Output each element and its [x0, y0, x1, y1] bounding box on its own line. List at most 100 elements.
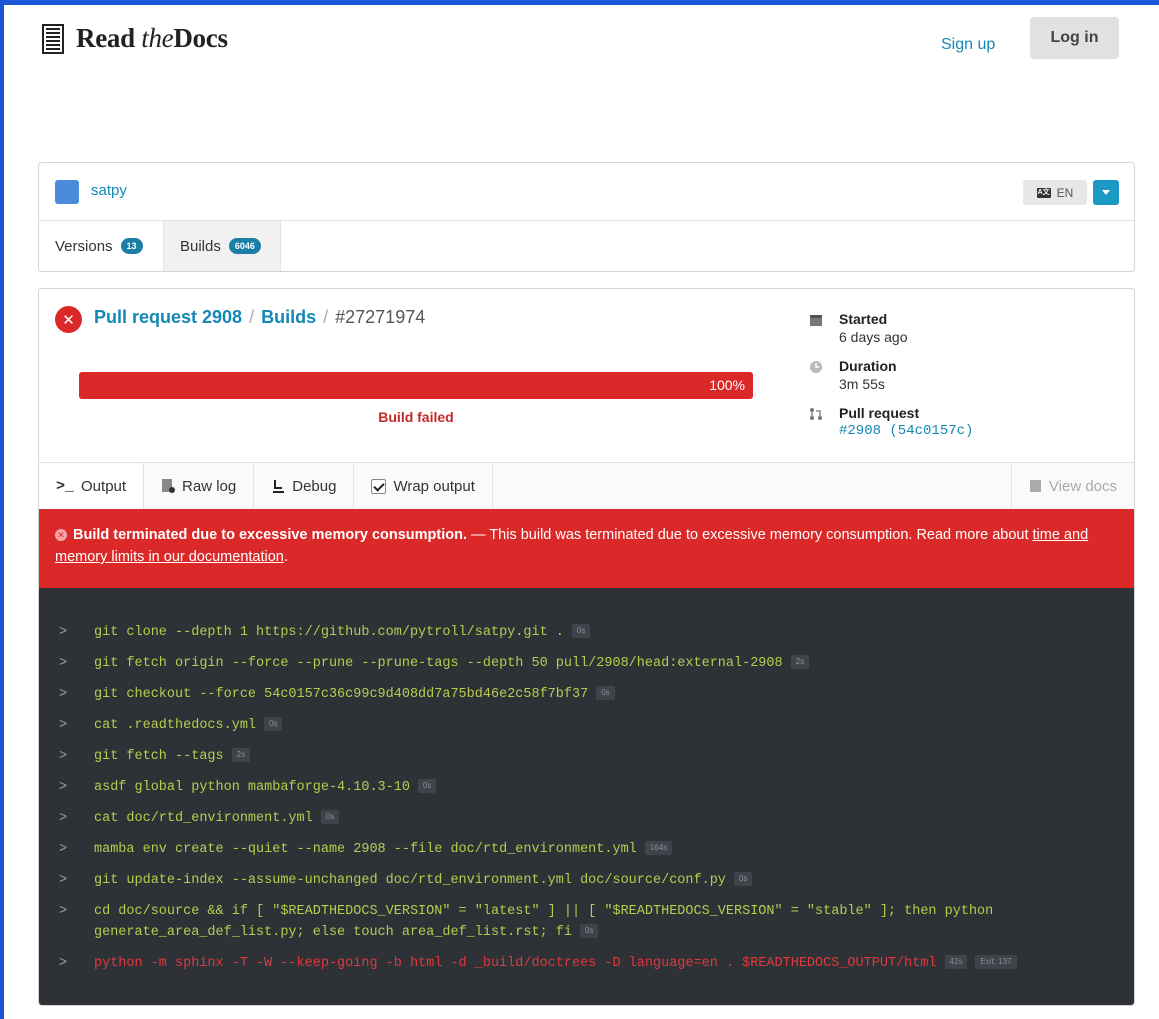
language-label: EN: [1056, 185, 1074, 200]
tab-label: Versions: [55, 237, 113, 255]
duration-badge: 0s: [733, 872, 753, 886]
pull-request-icon: [810, 408, 822, 420]
debug-button[interactable]: Debug: [254, 463, 355, 509]
command-text: git update-index --assume-unchanged doc/…: [94, 873, 726, 888]
expand-caret-icon[interactable]: >: [59, 684, 67, 705]
expand-caret-icon[interactable]: >: [59, 901, 67, 922]
breadcrumb-builds[interactable]: Builds: [261, 307, 316, 328]
login-button[interactable]: Log in: [1030, 17, 1119, 59]
breadcrumb-build-id: #27271974: [335, 307, 426, 327]
raw-log-button[interactable]: Raw log: [144, 463, 255, 509]
view-docs-label: View docs: [1048, 477, 1117, 495]
versions-count-badge: 13: [120, 238, 143, 254]
failed-status-icon: ✕: [55, 306, 82, 333]
command-text: git fetch --tags: [94, 749, 224, 764]
project-tabs: Versions 13 Builds 6046: [39, 221, 1134, 272]
toolbar-spacer: [492, 463, 1011, 509]
language-dropdown-button[interactable]: [1093, 180, 1119, 205]
debug-icon: [273, 480, 285, 493]
expand-caret-icon[interactable]: >: [59, 622, 67, 643]
build-toolbar: >_ Output Raw log Debug Wrap output View…: [39, 462, 1134, 509]
duration-badge: 164s: [644, 841, 673, 855]
expand-caret-icon[interactable]: >: [59, 870, 67, 891]
expand-caret-icon[interactable]: >: [59, 777, 67, 798]
duration-badge: 0s: [579, 924, 599, 938]
translate-icon: A文: [1036, 187, 1051, 198]
raw-log-label: Raw log: [182, 477, 237, 495]
duration-badge: 0s: [417, 779, 437, 793]
language-button[interactable]: A文 EN: [1023, 180, 1087, 205]
command-text: cat .readthedocs.yml: [94, 718, 257, 733]
expand-caret-icon[interactable]: >: [59, 808, 67, 829]
command-row[interactable]: > cd doc/source && if [ "$READTHEDOCS_VER…: [39, 901, 1134, 943]
started-value: 6 days ago: [839, 329, 908, 345]
command-row[interactable]: > git update-index --assume-unchanged doc…: [39, 870, 1134, 891]
command-row[interactable]: > python -m sphinx -T -W --keep-going -b …: [39, 953, 1134, 974]
duration-value: 3m 55s: [839, 376, 885, 392]
breadcrumb-separator: /: [249, 307, 255, 327]
calendar-icon: [810, 315, 822, 326]
error-message-banner: ✕ Build terminated due to excessive memor…: [39, 509, 1134, 588]
command-row[interactable]: > mamba env create --quiet --name 2908 --…: [39, 839, 1134, 860]
duration-badge: 0s: [264, 717, 283, 731]
command-row[interactable]: > git clone --depth 1 https://github.com/…: [39, 622, 1134, 643]
wrap-output-label: Wrap output: [393, 477, 475, 495]
duration-label: Duration: [839, 358, 897, 374]
command-row[interactable]: > git fetch origin --force --prune --prun…: [39, 653, 1134, 674]
project-panel: satpy A文 EN Versions 13 Builds 6046: [38, 162, 1135, 272]
command-row[interactable]: > git checkout --force 54c0157c36c99c9d40…: [39, 684, 1134, 705]
duration-badge: 42s: [944, 955, 968, 969]
signup-link[interactable]: Sign up: [941, 36, 995, 54]
command-row[interactable]: > git fetch --tags 2s: [39, 746, 1134, 767]
expand-caret-icon[interactable]: >: [59, 653, 67, 674]
output-tab[interactable]: >_ Output: [39, 463, 145, 509]
terminal-icon: >_: [56, 477, 75, 495]
build-output-terminal: > git clone --depth 1 https://github.com/…: [39, 588, 1134, 1005]
command-text: git clone --depth 1 https://github.com/p…: [94, 625, 564, 640]
error-title: Build terminated due to excessive memory…: [73, 527, 468, 543]
clock-icon: [810, 361, 822, 373]
duration-badge: 0s: [320, 810, 340, 824]
command-row[interactable]: > cat .readthedocs.yml 0s: [39, 715, 1134, 736]
expand-caret-icon[interactable]: >: [59, 953, 67, 974]
expand-caret-icon[interactable]: >: [59, 746, 67, 767]
book-icon: [1029, 480, 1041, 492]
logo-text: Read theDocs: [76, 23, 228, 53]
output-label: Output: [81, 477, 127, 495]
pull-request-link[interactable]: #2908 (54c0157c): [839, 423, 973, 439]
expand-caret-icon[interactable]: >: [59, 715, 67, 736]
breadcrumb: Pull request 2908 / Builds / #27271974: [94, 307, 425, 328]
file-info-icon: [162, 479, 176, 493]
error-end: .: [283, 549, 288, 565]
builds-count-badge: 6046: [228, 238, 261, 254]
error-message: — This build was terminated due to exces…: [467, 527, 1033, 543]
top-nav: Read theDocs Sign up Log in: [4, 5, 1159, 65]
tab-label: Builds: [180, 237, 221, 255]
command-text: mamba env create --quiet --name 2908 --f…: [94, 842, 637, 857]
debug-label: Debug: [292, 477, 337, 495]
tab-versions[interactable]: Versions 13: [39, 221, 163, 271]
project-avatar[interactable]: [55, 180, 79, 204]
build-status-text: Build failed: [378, 409, 454, 425]
build-panel: ✕ Pull request 2908 / Builds / #27271974…: [38, 288, 1135, 1006]
chevron-down-icon: [1102, 190, 1110, 195]
command-text: cd doc/source && if [ "$READTHEDOCS_VERS…: [94, 904, 994, 940]
command-row[interactable]: > cat doc/rtd_environment.yml 0s: [39, 808, 1134, 829]
duration-badge: 2s: [231, 748, 251, 762]
breadcrumb-pull-request[interactable]: Pull request 2908: [94, 307, 242, 328]
readthedocs-logo[interactable]: Read theDocs: [42, 23, 228, 54]
tab-builds[interactable]: Builds 6046: [163, 221, 281, 271]
command-row[interactable]: > asdf global python mambaforge-4.10.3-10…: [39, 777, 1134, 798]
command-text: git checkout --force 54c0157c36c99c9d408…: [94, 687, 589, 702]
pull-request-label: Pull request: [839, 405, 920, 421]
expand-caret-icon[interactable]: >: [59, 839, 67, 860]
wrap-output-toggle[interactable]: Wrap output: [354, 463, 493, 509]
progress-percent: 100%: [709, 377, 745, 393]
command-text: cat doc/rtd_environment.yml: [94, 811, 313, 826]
wrap-output-checkbox[interactable]: [371, 478, 387, 494]
view-docs-button[interactable]: View docs: [1010, 463, 1134, 509]
project-name-link[interactable]: satpy: [91, 182, 127, 199]
book-icon: [42, 23, 64, 54]
command-text: git fetch origin --force --prune --prune…: [94, 656, 783, 671]
command-text: asdf global python mambaforge-4.10.3-10: [94, 780, 410, 795]
